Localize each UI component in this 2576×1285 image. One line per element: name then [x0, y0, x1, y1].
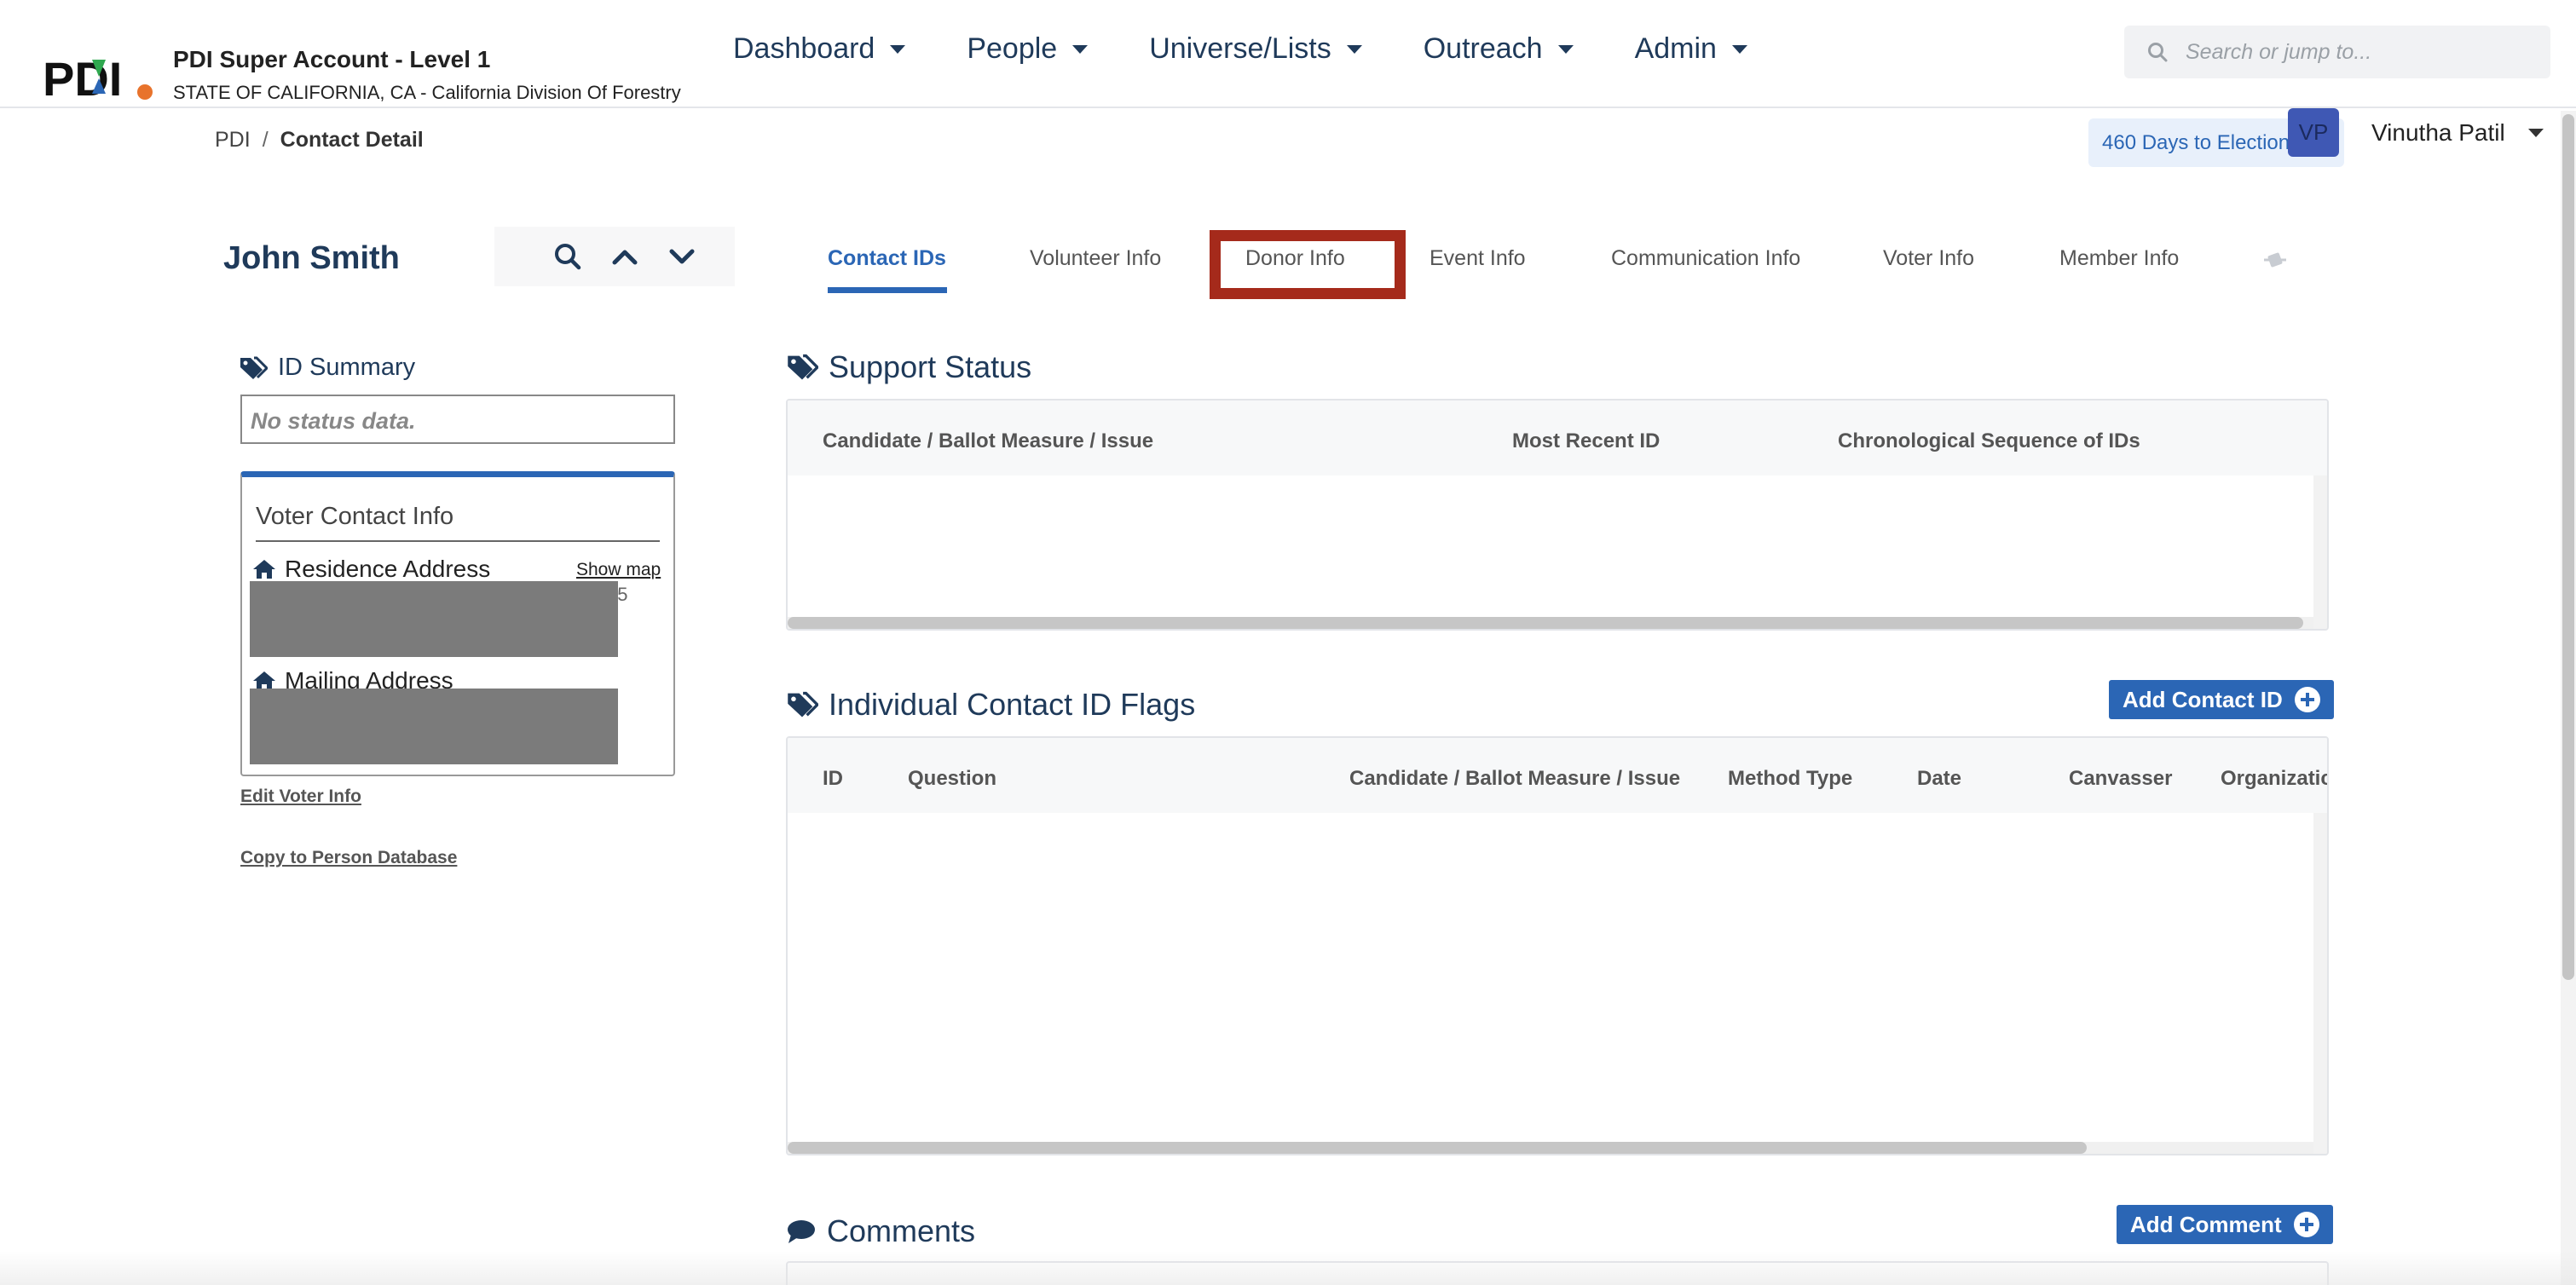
column-header[interactable]: Chronological Sequence of IDs [1838, 429, 2140, 453]
id-summary-heading: ID Summary [239, 354, 415, 382]
chevron-down-icon [1557, 44, 1574, 54]
nav-people[interactable]: People [967, 32, 1089, 66]
add-contact-id-button[interactable]: Add Contact ID [2109, 680, 2334, 719]
active-tab-indicator [828, 287, 947, 293]
plus-circle-icon [2294, 687, 2320, 712]
redacted-mailing-address [250, 689, 618, 764]
next-contact-button[interactable] [665, 239, 699, 274]
search-contact-button[interactable] [551, 239, 585, 274]
column-header[interactable]: Canvasser [2069, 767, 2172, 791]
chevron-down-icon [1072, 44, 1089, 54]
column-header[interactable]: Question [908, 767, 996, 791]
breadcrumb-current: Contact Detail [280, 128, 424, 152]
breadcrumb-separator: / [262, 128, 269, 152]
nav-dashboard[interactable]: Dashboard [733, 32, 906, 66]
tab-event-info[interactable]: Event Info [1430, 246, 1526, 271]
nav-label: People [967, 32, 1058, 65]
home-icon [253, 560, 275, 579]
donor-info-highlight-box [1210, 230, 1406, 299]
chevron-down-icon [1346, 44, 1362, 54]
support-status-title: Support Status [829, 349, 1032, 384]
page-vertical-scrollbar-thumb[interactable] [2562, 114, 2574, 980]
chevron-down-icon [890, 44, 906, 54]
vertical-scrollbar[interactable] [2313, 813, 2327, 1154]
avatar[interactable]: VP [2288, 108, 2339, 157]
bottom-shadow [0, 1251, 2576, 1285]
contact-toolbar [494, 227, 735, 286]
voter-contact-title: Voter Contact Info [256, 503, 454, 530]
divider [256, 540, 660, 542]
residence-address-text: Residence Address [285, 556, 491, 582]
column-header[interactable]: Most Recent ID [1512, 429, 1660, 453]
support-status-table: Candidate / Ballot Measure / Issue Most … [786, 399, 2329, 631]
pdi-logo[interactable]: PDI [43, 53, 153, 101]
top-navbar: PDI PDI Super Account - Level 1 STATE OF… [0, 0, 2576, 108]
nav-label: Admin [1634, 32, 1717, 65]
chevron-down-icon[interactable] [2528, 129, 2544, 137]
tags-icon [240, 356, 268, 379]
comments-title: Comments [827, 1213, 976, 1248]
horizontal-scrollbar-thumb[interactable] [788, 1142, 2087, 1154]
voter-contact-card: Voter Contact Info Residence Address Sho… [240, 471, 675, 776]
account-name: PDI Super Account - Level 1 [173, 46, 491, 72]
residence-address-label: Residence Address [252, 556, 490, 583]
breadcrumb: PDI / Contact Detail [215, 128, 424, 153]
add-contact-id-label: Add Contact ID [2123, 686, 2283, 712]
add-comment-label: Add Comment [2130, 1211, 2282, 1237]
column-header[interactable]: Candidate / Ballot Measure / Issue [823, 429, 1153, 453]
column-header[interactable]: ID [823, 767, 843, 791]
search-input[interactable] [2186, 39, 2544, 65]
nav-label: Outreach [1423, 32, 1543, 65]
redacted-residence-address [250, 581, 618, 657]
table-header: ID Question Candidate / Ballot Measure /… [788, 738, 2327, 813]
global-search[interactable] [2124, 26, 2550, 78]
nav-label: Dashboard [733, 32, 875, 65]
contact-flags-table: ID Question Candidate / Ballot Measure /… [786, 736, 2329, 1155]
column-header[interactable]: Candidate / Ballot Measure / Issue [1349, 767, 1680, 791]
chevron-down-icon [1731, 44, 1747, 54]
previous-contact-button[interactable] [608, 239, 642, 274]
comment-icon [788, 1220, 815, 1243]
id-summary-title: ID Summary [278, 354, 416, 381]
vertical-scrollbar[interactable] [2313, 475, 2327, 629]
column-header[interactable]: Date [1917, 767, 1961, 791]
main-nav: Dashboard People Universe/Lists Outreach… [733, 32, 1809, 66]
tab-contact-ids[interactable]: Contact IDs [828, 246, 946, 271]
account-subtitle: STATE OF CALIFORNIA, CA - California Div… [173, 82, 681, 103]
tags-icon [788, 354, 818, 380]
chevron-up-icon [612, 250, 638, 265]
column-header[interactable]: Method Type [1728, 767, 1852, 791]
show-map-link[interactable]: Show map [576, 560, 661, 580]
table-header: Candidate / Ballot Measure / Issue Most … [788, 400, 2327, 475]
plus-circle-icon [2293, 1212, 2319, 1237]
contact-flags-title: Individual Contact ID Flags [829, 687, 1196, 722]
id-summary-box: No status data. [240, 395, 675, 444]
search-icon [554, 244, 580, 270]
search-icon [2148, 43, 2168, 62]
tab-communication-info[interactable]: Communication Info [1611, 246, 1800, 271]
support-status-heading: Support Status [786, 349, 1031, 385]
nav-universe-lists[interactable]: Universe/Lists [1149, 32, 1362, 66]
tab-voter-info[interactable]: Voter Info [1883, 246, 1974, 271]
horizontal-scrollbar-thumb[interactable] [788, 617, 2303, 629]
column-header[interactable]: Organizatic [2221, 767, 2327, 791]
nav-label: Universe/Lists [1149, 32, 1331, 65]
tab-member-info[interactable]: Member Info [2059, 246, 2179, 271]
pin-icon[interactable] [2261, 247, 2290, 273]
comments-heading: Comments [786, 1213, 975, 1249]
add-comment-button[interactable]: Add Comment [2117, 1205, 2333, 1244]
tab-volunteer-info[interactable]: Volunteer Info [1030, 246, 1161, 271]
contact-flags-heading: Individual Contact ID Flags [786, 687, 1195, 723]
nav-admin[interactable]: Admin [1635, 32, 1747, 66]
nav-outreach[interactable]: Outreach [1424, 32, 1574, 66]
pdi-logo-icon: PDI [43, 53, 153, 101]
edit-voter-info-link[interactable]: Edit Voter Info [240, 787, 361, 807]
svg-text:PDI: PDI [43, 53, 122, 101]
contact-name: John Smith [223, 240, 400, 276]
user-name[interactable]: Vinutha Patil [2371, 119, 2505, 147]
copy-to-person-database-link[interactable]: Copy to Person Database [240, 848, 457, 868]
breadcrumb-root[interactable]: PDI [215, 128, 251, 152]
tags-icon [788, 691, 818, 717]
chevron-down-icon [669, 249, 695, 264]
